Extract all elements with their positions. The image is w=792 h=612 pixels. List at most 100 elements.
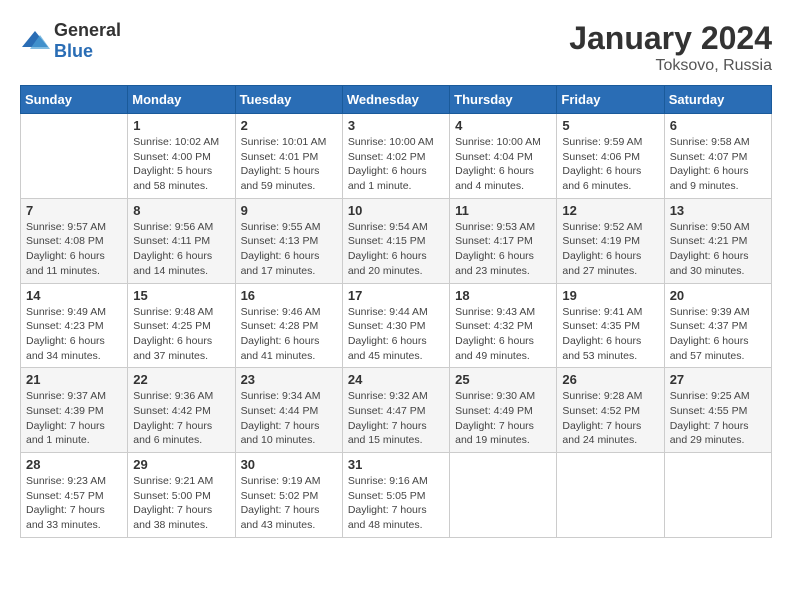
day-info: Sunrise: 10:00 AM Sunset: 4:02 PM Daylig… (348, 135, 444, 194)
day-number: 13 (670, 203, 766, 218)
calendar-cell: 7 Sunrise: 9:57 AM Sunset: 4:08 PM Daylig… (21, 198, 128, 283)
calendar-cell: 24Sunrise: 9:32 AM Sunset: 4:47 PM Dayli… (342, 368, 449, 453)
calendar-cell: 19 Sunrise: 9:41 AM Sunset: 4:35 PM Dayli… (557, 283, 664, 368)
day-info: Sunrise: 9:58 AM Sunset: 4:07 PM Dayligh… (670, 135, 766, 194)
calendar-cell (557, 453, 664, 538)
day-info: Sunrise: 9:46 AM Sunset: 4:28 PM Dayligh… (241, 305, 337, 364)
day-number: 1 (133, 118, 229, 133)
day-number: 4 (455, 118, 551, 133)
calendar-cell: 6 Sunrise: 9:58 AM Sunset: 4:07 PM Daylig… (664, 114, 771, 199)
calendar-week-4: 21 Sunrise: 9:37 AM Sunset: 4:39 PM Dayli… (21, 368, 772, 453)
day-info: Sunrise: 9:30 AM Sunset: 4:49 PM Dayligh… (455, 389, 551, 448)
day-number: 10 (348, 203, 444, 218)
day-info: Sunrise: 9:28 AM Sunset: 4:52 PM Dayligh… (562, 389, 658, 448)
calendar-cell: 11 Sunrise: 9:53 AM Sunset: 4:17 PM Dayli… (450, 198, 557, 283)
logo-icon (20, 29, 50, 53)
calendar-week-2: 7 Sunrise: 9:57 AM Sunset: 4:08 PM Daylig… (21, 198, 772, 283)
calendar-table: SundayMondayTuesdayWednesdayThursdayFrid… (20, 85, 772, 538)
day-info: Sunrise: 9:59 AM Sunset: 4:06 PM Dayligh… (562, 135, 658, 194)
day-info: Sunrise: 9:53 AM Sunset: 4:17 PM Dayligh… (455, 220, 551, 279)
calendar-cell: 10 Sunrise: 9:54 AM Sunset: 4:15 PM Dayli… (342, 198, 449, 283)
day-info: Sunrise: 9:57 AM Sunset: 4:08 PM Dayligh… (26, 220, 122, 279)
day-info: Sunrise: 9:49 AM Sunset: 4:23 PM Dayligh… (26, 305, 122, 364)
day-info: Sunrise: 10:02 AM Sunset: 4:00 PM Daylig… (133, 135, 229, 194)
day-number: 11 (455, 203, 551, 218)
day-info: Sunrise: 9:55 AM Sunset: 4:13 PM Dayligh… (241, 220, 337, 279)
day-number: 26 (562, 372, 658, 387)
calendar-cell: 17Sunrise: 9:44 AM Sunset: 4:30 PM Dayli… (342, 283, 449, 368)
calendar-cell: 4Sunrise: 10:00 AM Sunset: 4:04 PM Dayli… (450, 114, 557, 199)
weekday-header-sunday: Sunday (21, 86, 128, 114)
weekday-row: SundayMondayTuesdayWednesdayThursdayFrid… (21, 86, 772, 114)
calendar-cell (450, 453, 557, 538)
day-number: 18 (455, 288, 551, 303)
day-info: Sunrise: 10:01 AM Sunset: 4:01 PM Daylig… (241, 135, 337, 194)
day-number: 14 (26, 288, 122, 303)
calendar-cell: 31 Sunrise: 9:16 AM Sunset: 5:05 PM Dayli… (342, 453, 449, 538)
weekday-header-tuesday: Tuesday (235, 86, 342, 114)
calendar-cell: 26 Sunrise: 9:28 AM Sunset: 4:52 PM Dayli… (557, 368, 664, 453)
day-number: 8 (133, 203, 229, 218)
day-info: Sunrise: 9:19 AM Sunset: 5:02 PM Dayligh… (241, 474, 337, 533)
calendar-cell: 30 Sunrise: 9:19 AM Sunset: 5:02 PM Dayli… (235, 453, 342, 538)
calendar-cell: 9 Sunrise: 9:55 AM Sunset: 4:13 PM Daylig… (235, 198, 342, 283)
logo-blue: Blue (54, 41, 93, 61)
day-number: 25 (455, 372, 551, 387)
day-number: 30 (241, 457, 337, 472)
calendar-cell: 23Sunrise: 9:34 AM Sunset: 4:44 PM Dayli… (235, 368, 342, 453)
calendar-week-1: 1 Sunrise: 10:02 AM Sunset: 4:00 PM Dayli… (21, 114, 772, 199)
day-number: 22 (133, 372, 229, 387)
calendar-cell: 20Sunrise: 9:39 AM Sunset: 4:37 PM Dayli… (664, 283, 771, 368)
day-info: Sunrise: 9:54 AM Sunset: 4:15 PM Dayligh… (348, 220, 444, 279)
day-info: Sunrise: 9:36 AM Sunset: 4:42 PM Dayligh… (133, 389, 229, 448)
day-number: 16 (241, 288, 337, 303)
day-info: Sunrise: 9:48 AM Sunset: 4:25 PM Dayligh… (133, 305, 229, 364)
calendar-cell: 22 Sunrise: 9:36 AM Sunset: 4:42 PM Dayli… (128, 368, 235, 453)
day-info: Sunrise: 9:23 AM Sunset: 4:57 PM Dayligh… (26, 474, 122, 533)
calendar-cell: 14 Sunrise: 9:49 AM Sunset: 4:23 PM Dayli… (21, 283, 128, 368)
day-number: 7 (26, 203, 122, 218)
weekday-header-thursday: Thursday (450, 86, 557, 114)
calendar-cell: 5Sunrise: 9:59 AM Sunset: 4:06 PM Daylig… (557, 114, 664, 199)
day-number: 2 (241, 118, 337, 133)
calendar-cell: 16 Sunrise: 9:46 AM Sunset: 4:28 PM Dayli… (235, 283, 342, 368)
page-header: General Blue January 2024 Toksovo, Russi… (20, 20, 772, 75)
day-number: 15 (133, 288, 229, 303)
day-number: 29 (133, 457, 229, 472)
logo: General Blue (20, 20, 121, 62)
calendar-cell: 21 Sunrise: 9:37 AM Sunset: 4:39 PM Dayli… (21, 368, 128, 453)
day-number: 31 (348, 457, 444, 472)
day-number: 24 (348, 372, 444, 387)
calendar-cell: 18 Sunrise: 9:43 AM Sunset: 4:32 PM Dayli… (450, 283, 557, 368)
day-info: Sunrise: 9:43 AM Sunset: 4:32 PM Dayligh… (455, 305, 551, 364)
calendar-cell: 15 Sunrise: 9:48 AM Sunset: 4:25 PM Dayli… (128, 283, 235, 368)
calendar-cell (21, 114, 128, 199)
day-info: Sunrise: 9:52 AM Sunset: 4:19 PM Dayligh… (562, 220, 658, 279)
day-number: 27 (670, 372, 766, 387)
day-info: Sunrise: 9:50 AM Sunset: 4:21 PM Dayligh… (670, 220, 766, 279)
day-info: Sunrise: 9:25 AM Sunset: 4:55 PM Dayligh… (670, 389, 766, 448)
calendar-week-5: 28 Sunrise: 9:23 AM Sunset: 4:57 PM Dayli… (21, 453, 772, 538)
day-info: Sunrise: 9:41 AM Sunset: 4:35 PM Dayligh… (562, 305, 658, 364)
day-info: Sunrise: 9:21 AM Sunset: 5:00 PM Dayligh… (133, 474, 229, 533)
day-number: 3 (348, 118, 444, 133)
day-number: 6 (670, 118, 766, 133)
calendar-cell: 25 Sunrise: 9:30 AM Sunset: 4:49 PM Dayli… (450, 368, 557, 453)
calendar-cell: 13 Sunrise: 9:50 AM Sunset: 4:21 PM Dayli… (664, 198, 771, 283)
day-number: 20 (670, 288, 766, 303)
location-subtitle: Toksovo, Russia (569, 57, 772, 75)
logo-general: General (54, 20, 121, 40)
day-number: 12 (562, 203, 658, 218)
day-info: Sunrise: 9:37 AM Sunset: 4:39 PM Dayligh… (26, 389, 122, 448)
weekday-header-wednesday: Wednesday (342, 86, 449, 114)
day-number: 28 (26, 457, 122, 472)
day-number: 21 (26, 372, 122, 387)
calendar-cell: 2 Sunrise: 10:01 AM Sunset: 4:01 PM Dayli… (235, 114, 342, 199)
day-number: 9 (241, 203, 337, 218)
day-info: Sunrise: 9:16 AM Sunset: 5:05 PM Dayligh… (348, 474, 444, 533)
day-info: Sunrise: 9:34 AM Sunset: 4:44 PM Dayligh… (241, 389, 337, 448)
title-block: January 2024 Toksovo, Russia (569, 20, 772, 75)
calendar-cell: 29 Sunrise: 9:21 AM Sunset: 5:00 PM Dayli… (128, 453, 235, 538)
calendar-cell: 27 Sunrise: 9:25 AM Sunset: 4:55 PM Dayli… (664, 368, 771, 453)
day-number: 19 (562, 288, 658, 303)
